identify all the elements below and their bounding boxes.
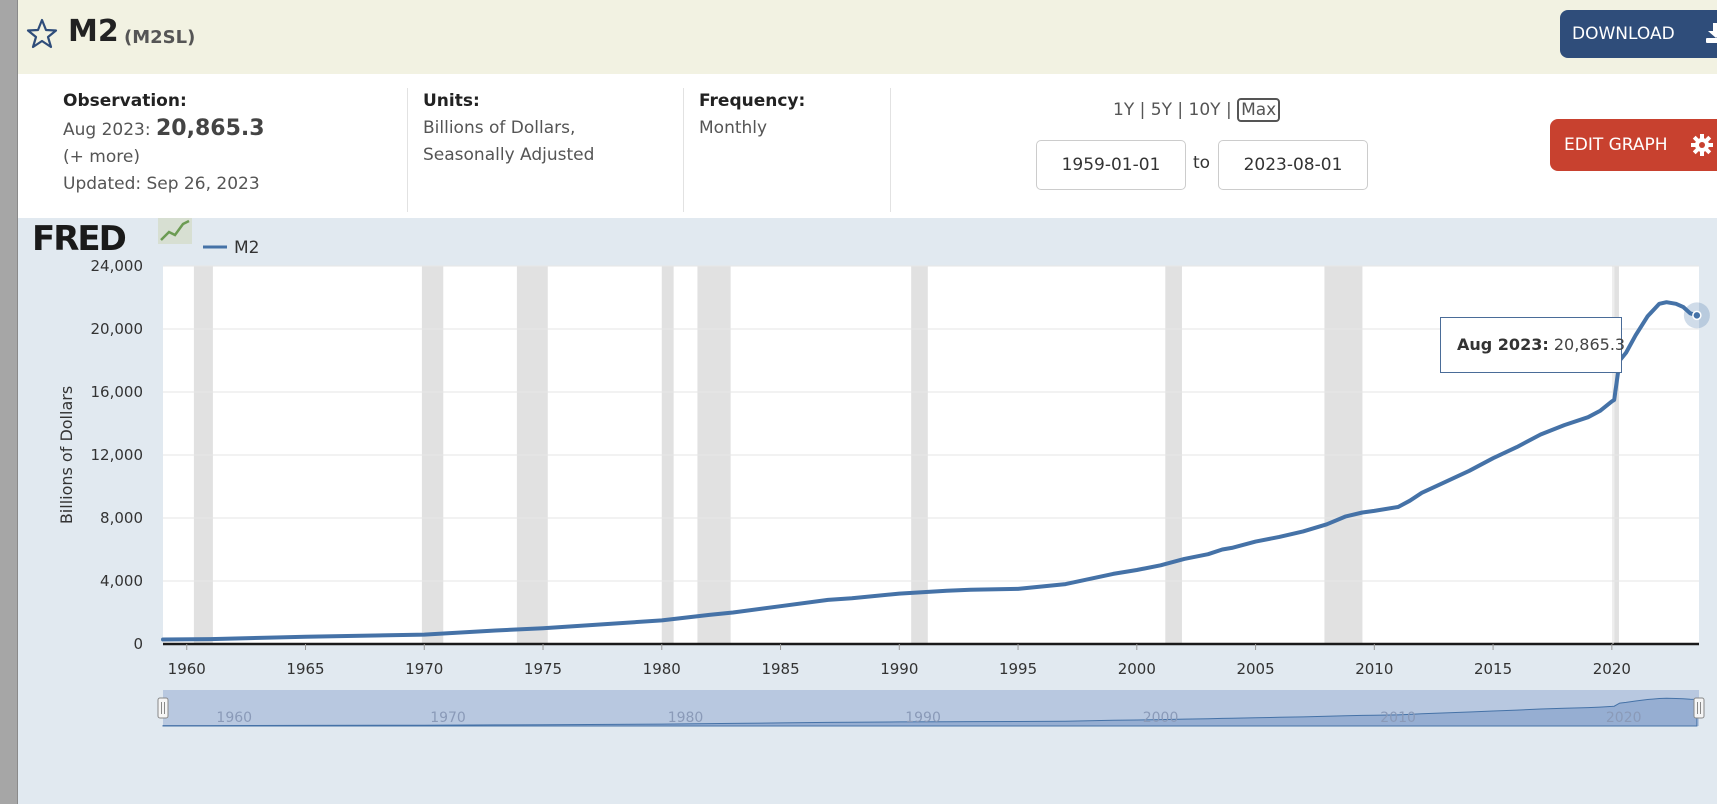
tooltip-label: Aug 2023:	[1457, 335, 1549, 354]
graph-area: FRED M2 0 4,000 8,000 12,000 16,000 20,000 24,00…	[18, 218, 1717, 804]
updated-date: Updated: Sep 26, 2023	[63, 174, 260, 194]
navigator-label: 2020	[1606, 710, 1642, 726]
divider	[890, 88, 891, 212]
divider	[683, 88, 684, 212]
download-icon	[1706, 23, 1717, 43]
navigator-label: 1960	[216, 710, 252, 726]
navigator-label: 1980	[668, 710, 704, 726]
units-line-2: Seasonally Adjusted	[423, 145, 595, 165]
x-tick-label: 2000	[1118, 660, 1156, 678]
x-tick-label: 2015	[1474, 660, 1512, 678]
range-10y[interactable]: 10Y	[1189, 100, 1221, 120]
units-label: Units:	[423, 91, 480, 111]
x-tick-label: 1965	[286, 660, 324, 678]
navigator-label: 1970	[430, 710, 466, 726]
x-tick-label: 1975	[524, 660, 562, 678]
download-button[interactable]: DOWNLOAD	[1560, 10, 1717, 58]
y-tick-label: 24,000	[91, 257, 144, 275]
x-tick-label: 1985	[761, 660, 799, 678]
fred-series-page: M2 (M2SL) DOWNLOAD Observation: Aug 2023…	[18, 0, 1717, 804]
observation-value: 20,865.3	[156, 116, 265, 141]
series-title: M2	[68, 14, 119, 49]
navigator-label: 2010	[1380, 710, 1416, 726]
observation-block: Observation: Aug 2023: 20,865.3 (+ more)…	[63, 88, 265, 198]
range-separator: |	[1177, 100, 1184, 120]
gear-icon	[1691, 134, 1713, 156]
more-link[interactable]: (+ more)	[63, 144, 265, 171]
tooltip-value: 20,865.3	[1553, 335, 1626, 354]
range-separator: |	[1225, 100, 1232, 120]
window-left-edge	[0, 0, 18, 804]
navigator-label: 2000	[1143, 710, 1179, 726]
y-tick-label: 12,000	[91, 446, 144, 464]
fred-logo: FRED	[32, 219, 126, 259]
m2-chart[interactable]: FRED M2 0 4,000 8,000 12,000 16,000 20,000 24,00…	[18, 218, 1717, 804]
observation-date: Aug 2023:	[63, 120, 151, 140]
date-to-label: to	[1193, 153, 1211, 173]
range-1y[interactable]: 1Y	[1113, 100, 1134, 120]
units-line-1: Billions of Dollars,	[423, 118, 576, 138]
units-block: Units: Billions of Dollars, Seasonally A…	[423, 88, 594, 169]
x-tick-label: 1970	[405, 660, 443, 678]
range-5y[interactable]: 5Y	[1151, 100, 1172, 120]
range-links: 1Y | 5Y | 10Y | Max	[1113, 98, 1281, 122]
download-label: DOWNLOAD	[1572, 24, 1675, 44]
series-id: (M2SL)	[124, 27, 196, 48]
edit-graph-label: EDIT GRAPH	[1564, 135, 1668, 155]
end-date-input[interactable]: 2023-08-01	[1218, 140, 1368, 190]
y-tick-label: 16,000	[91, 383, 144, 401]
divider	[407, 88, 408, 212]
frequency-block: Frequency: Monthly	[699, 88, 805, 142]
chart-tooltip: Aug 2023: 20,865.3	[1440, 317, 1626, 373]
star-icon[interactable]	[26, 18, 58, 50]
navigator-label: 1990	[905, 710, 941, 726]
navigator-handle-left[interactable]	[157, 697, 169, 719]
legend-label: M2	[234, 238, 259, 258]
y-axis-title: Billions of Dollars	[57, 386, 76, 524]
x-tick-label: 2005	[1236, 660, 1274, 678]
x-tick-label: 1980	[643, 660, 681, 678]
frequency-value: Monthly	[699, 118, 768, 138]
y-tick-label: 20,000	[91, 320, 144, 338]
x-tick-label: 2010	[1355, 660, 1393, 678]
range-separator: |	[1139, 100, 1146, 120]
edit-graph-button[interactable]: EDIT GRAPH	[1550, 119, 1717, 171]
fred-logo-chart-icon	[158, 218, 192, 244]
y-tick-label: 8,000	[100, 509, 143, 527]
title-bar: M2 (M2SL) DOWNLOAD	[18, 0, 1717, 74]
metadata-row: Observation: Aug 2023: 20,865.3 (+ more)…	[18, 74, 1717, 218]
navigator-handle-right[interactable]	[1693, 697, 1705, 719]
range-max[interactable]: Max	[1237, 98, 1281, 122]
y-tick-label: 4,000	[100, 572, 143, 590]
x-tick-label: 2020	[1593, 660, 1631, 678]
frequency-label: Frequency:	[699, 91, 806, 111]
x-tick-label: 1995	[999, 660, 1037, 678]
start-date-input[interactable]: 1959-01-01	[1036, 140, 1186, 190]
observation-label: Observation:	[63, 91, 187, 111]
x-tick-label: 1960	[168, 660, 206, 678]
x-tick-label: 1990	[880, 660, 918, 678]
y-tick-label: 0	[133, 635, 143, 653]
hover-marker	[1692, 310, 1702, 321]
